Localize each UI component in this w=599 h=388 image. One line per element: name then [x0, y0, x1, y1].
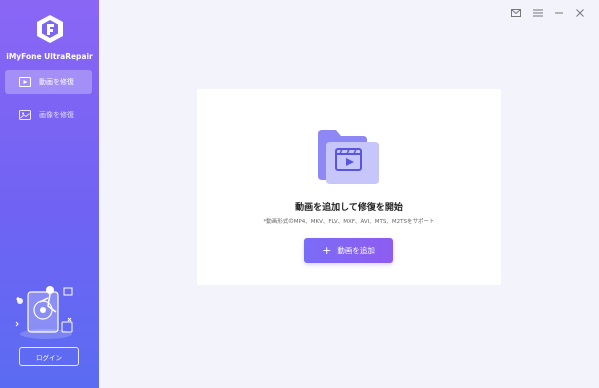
- add-video-panel: 動画を追加して修復を開始 *動画形式のMP4、MKV、FLV、MXF、AVI、M…: [197, 89, 501, 285]
- mail-icon[interactable]: [509, 6, 523, 20]
- app-logo-icon: [37, 15, 63, 43]
- sidebar-item-image-repair[interactable]: 画像を修復: [5, 103, 92, 127]
- add-video-button[interactable]: + 動画を追加: [304, 238, 393, 263]
- page-title: 動画を追加して修復を開始: [295, 203, 403, 213]
- menu-icon[interactable]: [531, 6, 545, 20]
- minimize-icon[interactable]: [552, 6, 566, 20]
- app-name: iMyFone UltraRepair: [6, 52, 93, 61]
- video-play-icon: [19, 77, 31, 87]
- sidebar: iMyFone UltraRepair 動画を修復 画像を修復 ログイン: [0, 0, 99, 388]
- login-button[interactable]: ログイン: [19, 347, 79, 366]
- close-icon[interactable]: [573, 6, 587, 20]
- sidebar-item-label: 動画を修復: [39, 78, 74, 86]
- sidebar-item-video-repair[interactable]: 動画を修復: [5, 70, 92, 94]
- image-icon: [19, 110, 31, 120]
- plus-icon: +: [322, 244, 332, 257]
- add-video-button-label: 動画を追加: [337, 246, 375, 255]
- repair-illustration-icon: [15, 286, 73, 339]
- sidebar-item-label: 画像を修復: [39, 111, 74, 119]
- video-folder-icon[interactable]: [316, 128, 380, 188]
- supported-formats-text: *動画形式のMP4、MKV、FLV、MXF、AVI、MTS、M2TSをサポート: [263, 219, 435, 225]
